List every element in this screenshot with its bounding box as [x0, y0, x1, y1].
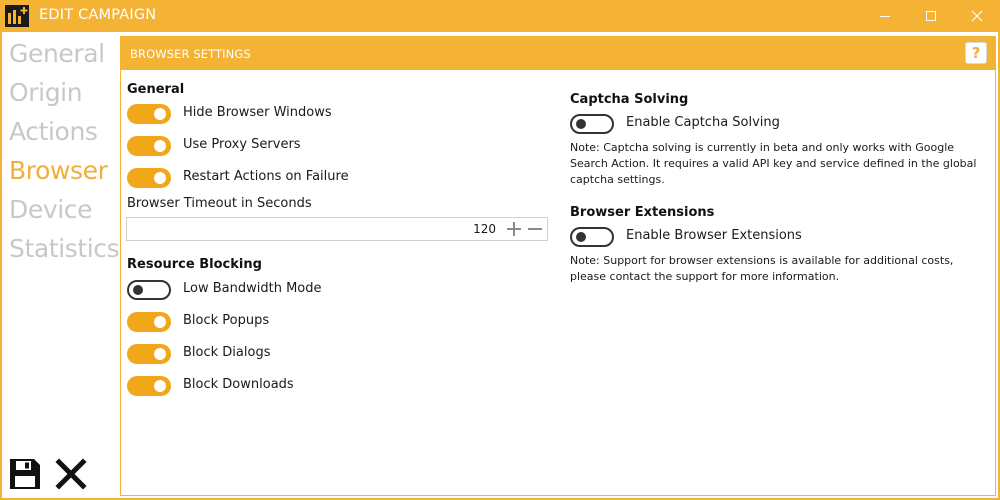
minimize-button[interactable] — [862, 0, 908, 32]
restart-actions-toggle[interactable] — [127, 168, 171, 188]
toggle-label: Block Dialogs — [183, 345, 271, 360]
general-section-title: General — [127, 82, 185, 97]
plus-icon[interactable] — [506, 221, 522, 237]
resource-blocking-section-title: Resource Blocking — [127, 257, 262, 272]
browser-settings-panel: BROWSER SETTINGS ? General Hide Browser … — [120, 36, 996, 496]
cancel-button[interactable] — [53, 456, 89, 492]
maximize-button[interactable] — [908, 0, 954, 32]
nav-item-device[interactable]: Device — [9, 195, 93, 224]
minus-icon[interactable] — [527, 221, 543, 237]
close-icon — [971, 10, 983, 22]
maximize-icon — [926, 11, 936, 21]
toggle-label: Hide Browser Windows — [183, 105, 332, 120]
toggle-label: Block Downloads — [183, 377, 294, 392]
hide-browser-windows-toggle[interactable] — [127, 104, 171, 124]
sidebar-nav: General Origin Actions Browser Device St… — [2, 32, 120, 498]
minimize-icon — [880, 16, 890, 17]
panel-header: BROWSER SETTINGS ? — [121, 37, 995, 70]
nav-item-actions[interactable]: Actions — [9, 117, 98, 146]
enable-captcha-toggle[interactable] — [570, 114, 614, 134]
title-bar: EDIT CAMPAIGN — [0, 0, 1000, 32]
nav-item-origin[interactable]: Origin — [9, 78, 83, 107]
enable-extensions-toggle[interactable] — [570, 227, 614, 247]
toggle-label: Enable Browser Extensions — [626, 228, 802, 243]
captcha-section-title: Captcha Solving — [570, 92, 689, 107]
panel-title: BROWSER SETTINGS — [130, 47, 251, 61]
nav-item-browser[interactable]: Browser — [9, 156, 108, 185]
app-logo-icon — [5, 5, 29, 27]
extensions-note: Note: Support for browser extensions is … — [570, 254, 954, 283]
window-title: EDIT CAMPAIGN — [39, 7, 157, 23]
toggle-label: Block Popups — [183, 313, 270, 328]
toggle-label: Restart Actions on Failure — [183, 169, 349, 184]
captcha-note: Note: Captcha solving is currently in be… — [570, 141, 977, 186]
floppy-disk-icon — [10, 459, 40, 489]
timeout-value[interactable]: 120 — [473, 222, 496, 236]
extensions-section-title: Browser Extensions — [570, 205, 715, 220]
block-popups-toggle[interactable] — [127, 312, 171, 332]
low-bandwidth-toggle[interactable] — [127, 280, 171, 300]
browser-timeout-input[interactable]: 120 — [126, 217, 548, 241]
block-dialogs-toggle[interactable] — [127, 344, 171, 364]
timeout-label: Browser Timeout in Seconds — [127, 196, 312, 211]
help-button[interactable]: ? — [965, 42, 987, 64]
toggle-label: Enable Captcha Solving — [626, 115, 780, 130]
save-button[interactable] — [7, 456, 43, 492]
toggle-label: Low Bandwidth Mode — [183, 281, 322, 296]
block-downloads-toggle[interactable] — [127, 376, 171, 396]
nav-item-statistics[interactable]: Statistics — [9, 234, 120, 263]
nav-item-general[interactable]: General — [9, 39, 105, 68]
window-content: General Origin Actions Browser Device St… — [2, 32, 998, 498]
x-icon — [55, 458, 87, 490]
close-window-button[interactable] — [954, 0, 1000, 32]
use-proxy-servers-toggle[interactable] — [127, 136, 171, 156]
toggle-label: Use Proxy Servers — [183, 137, 301, 152]
